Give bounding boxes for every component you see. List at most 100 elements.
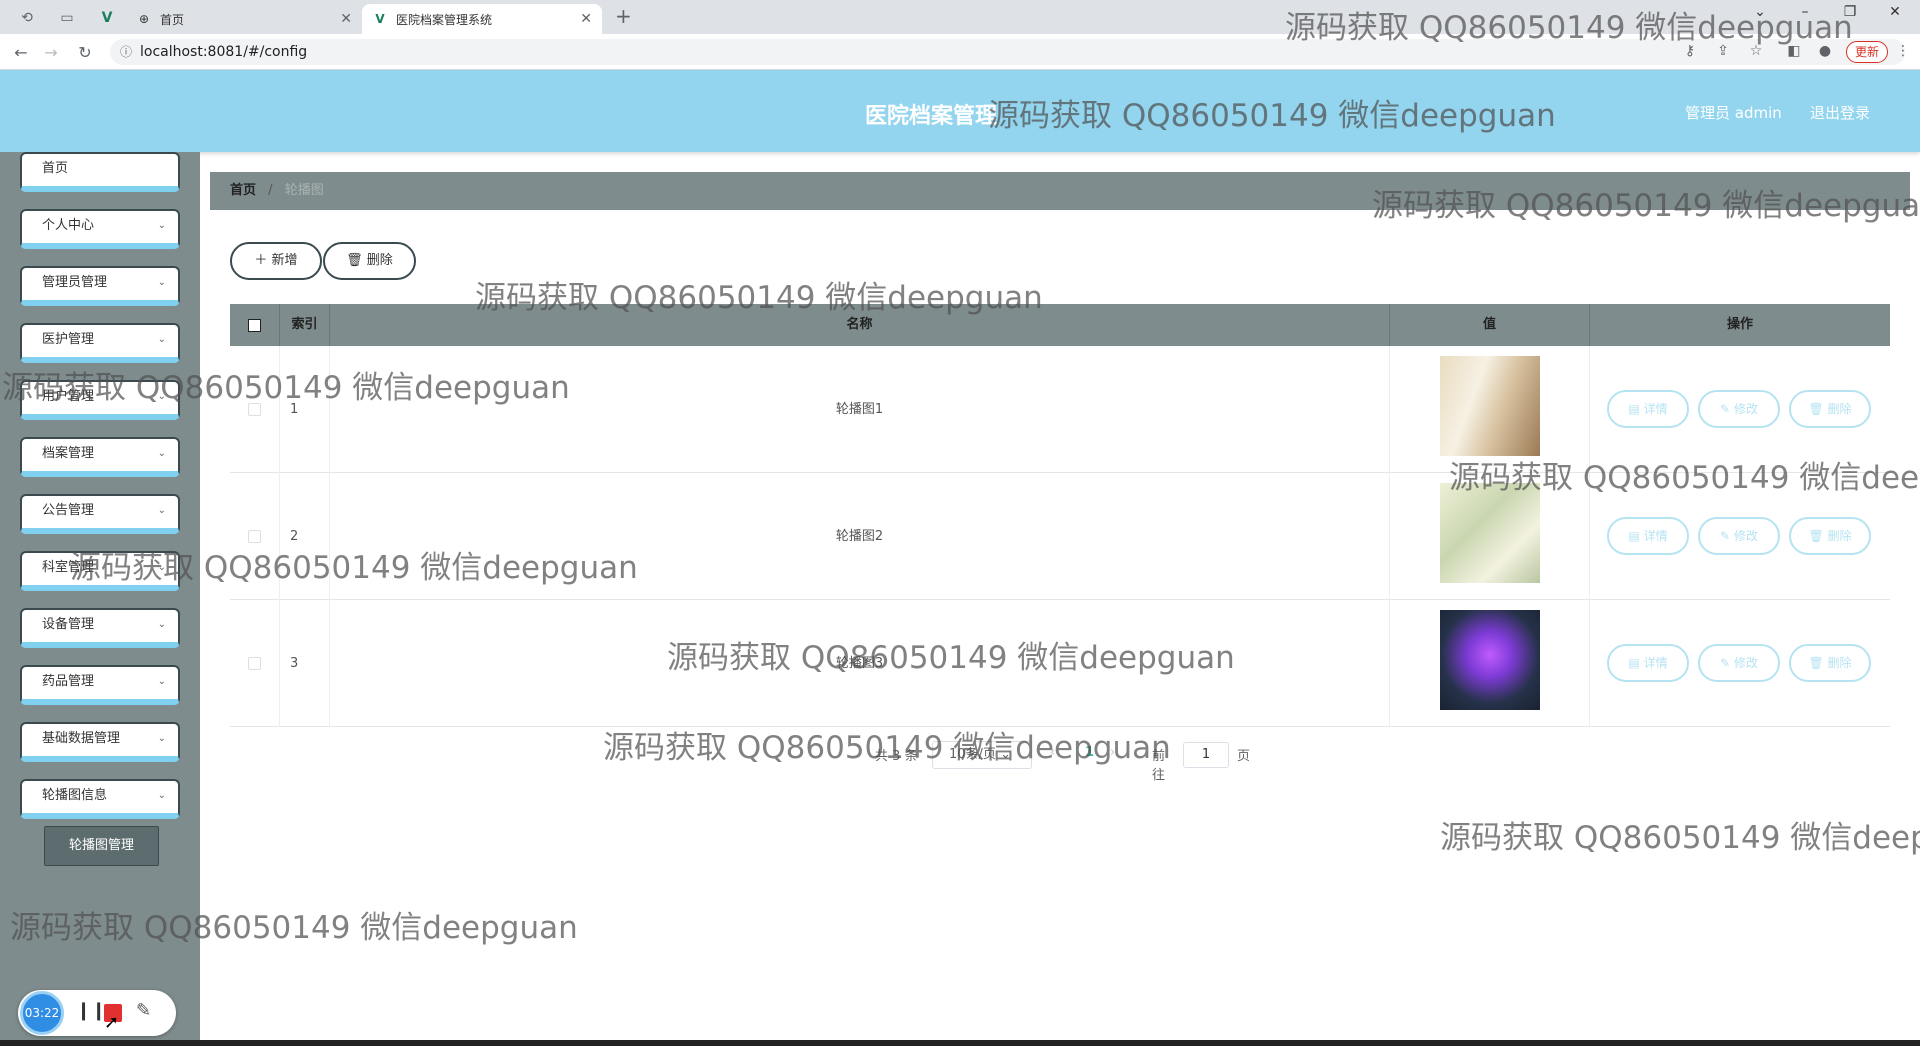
sidebar-item[interactable]: 首页 (20, 152, 180, 192)
close-icon[interactable]: ✕ (340, 11, 352, 27)
detail-button[interactable]: ▤ 详情 (1607, 644, 1689, 682)
key-icon[interactable]: ⚷ (1680, 43, 1700, 59)
row-delete-button[interactable]: 🗑 删除 (1789, 517, 1871, 555)
prev-page-icon[interactable]: ‹ (1050, 745, 1055, 760)
sidepanel-icon[interactable]: ◧ (1784, 43, 1804, 59)
table-row: 1 轮播图1 ▤ 详情 ✎ 修改 🗑 删除 (230, 346, 1890, 473)
sidebar-item-label: 首页 (42, 161, 69, 176)
sidebar-item-label: 医护管理 (42, 332, 95, 347)
recorder-timer: 03:22 (20, 991, 64, 1035)
tab-strip: ⟲ ▭ V ⊕ 首页 ✕ V 医院档案管理系统 ✕ + ⌄ – ❐ ✕ (0, 0, 1920, 34)
sidebar-item[interactable]: 科室管理 ⌄ (20, 551, 180, 591)
sidebar-item[interactable]: 用户管理 ⌄ (20, 380, 180, 420)
close-icon[interactable]: ✕ (580, 11, 592, 27)
detail-button[interactable]: ▤ 详情 (1607, 517, 1689, 555)
close-window-icon[interactable]: ✕ (1880, 4, 1910, 20)
breadcrumb-home[interactable]: 首页 (230, 183, 256, 198)
row-select-cell (230, 346, 280, 473)
sidebar-item[interactable]: 药品管理 ⌄ (20, 665, 180, 705)
chevron-down-icon: ⌄ (157, 676, 166, 687)
header-name: 名称 (330, 304, 1390, 346)
row-select-cell (230, 473, 280, 600)
edit-button[interactable]: ✎ 修改 (1698, 644, 1780, 682)
logout-link[interactable]: 退出登录 (1810, 102, 1870, 123)
sidebar-item[interactable]: 医护管理 ⌄ (20, 323, 180, 363)
pinned-tab-icon[interactable]: ▭ (56, 7, 78, 29)
app-header: 医院档案管理 管理员 admin 退出登录 (0, 70, 1920, 152)
edit-label: 修改 (1733, 529, 1758, 543)
sidebar-item[interactable]: 轮播图信息 ⌄ (20, 779, 180, 819)
chevron-down-icon: ⌄ (157, 562, 166, 573)
page-size-select[interactable]: 10条/页 ⌄ (932, 741, 1032, 769)
edit-button[interactable]: ✎ 修改 (1698, 390, 1780, 428)
chevron-down-icon: ⌄ (157, 220, 166, 231)
reload-icon[interactable]: ↻ (74, 42, 96, 64)
profile-icon[interactable]: ● (1815, 43, 1835, 59)
sidebar-item[interactable]: 档案管理 ⌄ (20, 437, 180, 477)
chevron-down-icon: ⌄ (157, 448, 166, 459)
delete-label: 删除 (1827, 529, 1852, 543)
edit-button[interactable]: ✎ 修改 (1698, 517, 1780, 555)
select-all-checkbox[interactable] (248, 319, 261, 332)
new-tab-button[interactable]: + (615, 4, 632, 28)
row-index: 3 (280, 600, 330, 727)
pinned-tab-icon[interactable]: ⟲ (16, 7, 38, 29)
delete-button[interactable]: 🗑 删除 (323, 242, 416, 280)
share-icon[interactable]: ⇪ (1713, 43, 1733, 59)
sidebar-item[interactable]: 设备管理 ⌄ (20, 608, 180, 648)
chevron-down-icon: ⌄ (157, 790, 166, 801)
row-delete-button[interactable]: 🗑 删除 (1789, 644, 1871, 682)
sidebar-item-label: 基础数据管理 (42, 731, 121, 746)
table-row: 2 轮播图2 ▤ 详情 ✎ 修改 🗑 删除 (230, 473, 1890, 600)
chevron-down-icon: ⌄ (157, 733, 166, 744)
tab-label: 首页 (160, 12, 185, 27)
tab-active[interactable]: V 医院档案管理系统 ✕ (362, 4, 602, 34)
tab-home[interactable]: ⊕ 首页 ✕ (126, 4, 362, 34)
sidebar-item-label: 个人中心 (42, 218, 95, 233)
row-checkbox[interactable] (248, 530, 261, 543)
row-delete-button[interactable]: 🗑 删除 (1789, 390, 1871, 428)
carousel-thumbnail (1440, 356, 1540, 456)
breadcrumb-separator: / (268, 183, 273, 198)
goto-page-input[interactable]: 1 (1183, 742, 1229, 768)
sidebar-subitem-carousel-manage[interactable]: 轮播图管理 (44, 826, 159, 866)
url-field[interactable]: ⓘ localhost:8081/#/config (110, 39, 1905, 65)
row-checkbox[interactable] (248, 403, 261, 416)
sidebar-item-label: 管理员管理 (42, 275, 108, 290)
vue-icon: V (375, 12, 385, 26)
page-size-value: 10条/页 (949, 747, 996, 762)
carousel-thumbnail (1440, 483, 1540, 583)
sidebar-item[interactable]: 管理员管理 ⌄ (20, 266, 180, 306)
pinned-vue-tab-icon[interactable]: V (96, 7, 118, 29)
page-suffix: 页 (1237, 749, 1251, 764)
update-button[interactable]: 更新 (1846, 41, 1889, 63)
restore-icon[interactable]: ❐ (1835, 4, 1865, 20)
edit-label: 修改 (1733, 656, 1758, 670)
taskbar-strip (0, 1040, 1920, 1046)
pen-icon[interactable]: ✎ (136, 1000, 151, 1021)
row-name: 轮播图1 (330, 346, 1390, 473)
chevron-down-icon[interactable]: ⌄ (1745, 4, 1775, 20)
sidebar-item[interactable]: 基础数据管理 ⌄ (20, 722, 180, 762)
more-menu-icon[interactable]: ⋮ (1893, 43, 1913, 59)
browser-chrome: ⟲ ▭ V ⊕ 首页 ✕ V 医院档案管理系统 ✕ + ⌄ – ❐ ✕ ← → … (0, 0, 1920, 70)
star-icon[interactable]: ☆ (1746, 43, 1766, 59)
row-select-cell (230, 600, 280, 727)
sidebar-item[interactable]: 个人中心 ⌄ (20, 209, 180, 249)
detail-button[interactable]: ▤ 详情 (1607, 390, 1689, 428)
next-page-icon[interactable]: › (1110, 745, 1115, 760)
back-icon[interactable]: ← (10, 42, 32, 64)
admin-label: 管理员 admin (1685, 104, 1782, 122)
sidebar-item[interactable]: 公告管理 ⌄ (20, 494, 180, 534)
chevron-down-icon: ⌄ (157, 619, 166, 630)
table-row: 3 轮播图3 ▤ 详情 ✎ 修改 🗑 删除 (230, 600, 1890, 727)
add-button[interactable]: ＋ 新增 (230, 242, 322, 280)
forward-icon[interactable]: → (40, 42, 62, 64)
row-checkbox[interactable] (248, 657, 261, 670)
breadcrumb: 首页 / 轮播图 (210, 172, 1910, 210)
chevron-down-icon: ⌄ (157, 505, 166, 516)
pause-icon[interactable]: ❙❙ (76, 1000, 106, 1021)
page-number[interactable]: 1 (1085, 745, 1094, 760)
screen-recorder: 03:22 ❙❙ ✎ (18, 990, 176, 1036)
minimize-icon[interactable]: – (1790, 4, 1820, 20)
